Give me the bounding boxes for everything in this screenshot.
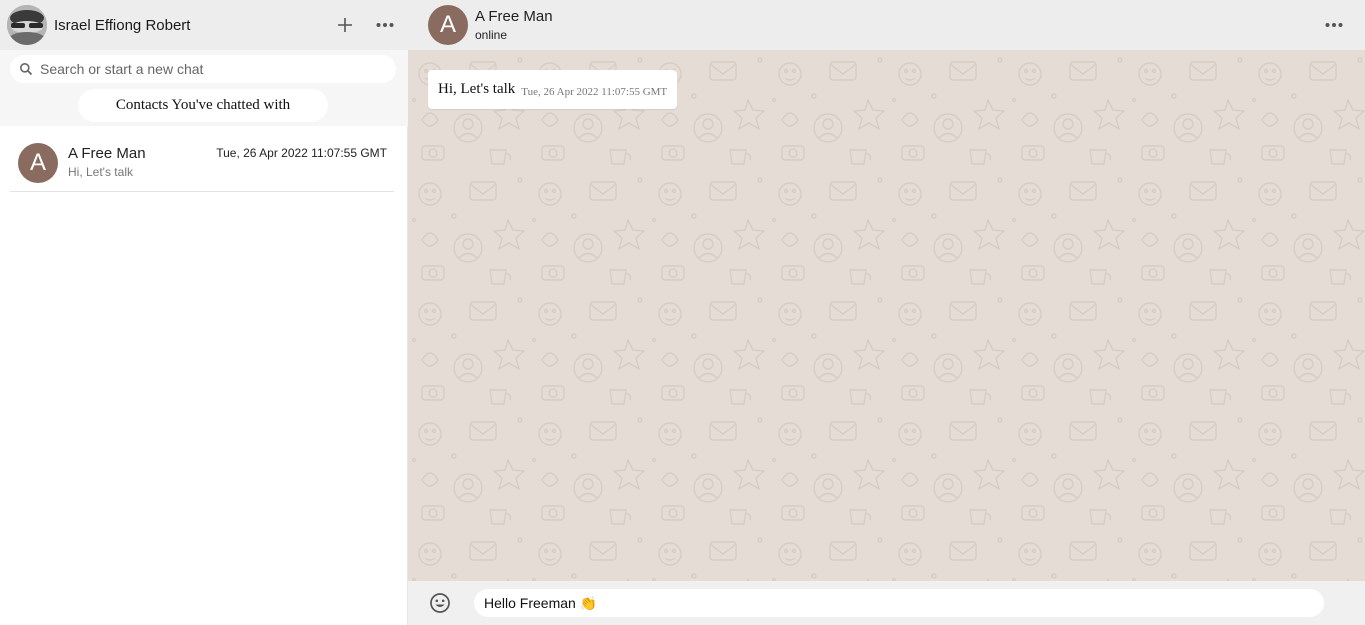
more-horizontal-icon[interactable] — [373, 13, 397, 37]
whatsapp-clone-app: Israel Effiong Robert Search or start a … — [0, 0, 1365, 625]
chat-item-name: A Free Man — [68, 145, 146, 162]
sidebar-header: Israel Effiong Robert — [0, 0, 408, 50]
user-name: Israel Effiong Robert — [54, 17, 191, 34]
message-time: Tue, 26 Apr 2022 11:07:55 GMT — [521, 85, 668, 98]
contact-avatar: A — [18, 143, 58, 183]
chat-header: A A Free Man online — [408, 0, 1365, 50]
search-input[interactable] — [38, 60, 378, 78]
more-horizontal-icon[interactable] — [1322, 13, 1346, 37]
search-icon — [19, 62, 33, 76]
search-box — [10, 55, 396, 83]
sidebar: Israel Effiong Robert Search or start a … — [0, 0, 408, 625]
chat-item-preview: Hi, Let's talk — [68, 165, 133, 179]
chat-contact-status: online — [475, 28, 508, 42]
chat-item-time: Tue, 26 Apr 2022 11:07:55 GMT — [216, 146, 387, 160]
chat-contact-avatar[interactable]: A — [428, 5, 468, 45]
chat-list-item[interactable]: A A Free Man Hi, Let's talk Tue, 26 Apr … — [10, 134, 394, 192]
message-input[interactable] — [474, 589, 1324, 617]
message-composer — [408, 581, 1365, 625]
user-avatar[interactable] — [7, 5, 47, 45]
chat-panel: A A Free Man online Hi, Let's talk Tue, … — [408, 0, 1365, 625]
message-area[interactable]: Hi, Let's talk Tue, 26 Apr 2022 11:07:55… — [408, 50, 1365, 581]
plus-icon[interactable] — [333, 13, 357, 37]
message-text: Hi, Let's talk — [438, 81, 516, 97]
chat-contact-name: A Free Man — [475, 8, 553, 25]
message-bubble[interactable]: Hi, Let's talk Tue, 26 Apr 2022 11:07:55… — [428, 70, 678, 109]
doodle-wallpaper — [408, 50, 1365, 581]
smiley-icon[interactable] — [429, 592, 451, 614]
contacts-heading: Contacts You've chatted with — [78, 89, 328, 122]
